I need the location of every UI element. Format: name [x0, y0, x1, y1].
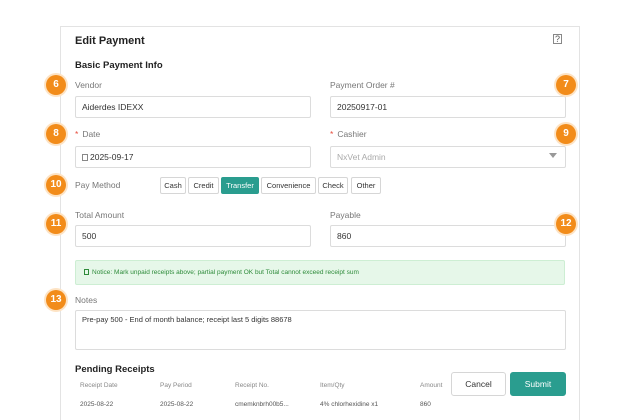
- total-amount-label: Total Amount: [75, 210, 125, 220]
- notice-text: Notice: Mark unpaid receipts above; part…: [92, 269, 359, 276]
- cell-pay-period: 2025-08-22: [160, 401, 194, 408]
- notes-textarea[interactable]: Pre-pay 500 - End of month balance; rece…: [75, 310, 566, 350]
- calendar-icon: [82, 154, 88, 161]
- step-badge-9: 9: [556, 124, 576, 144]
- date-label: Date: [82, 129, 101, 139]
- pay-method-convenience[interactable]: Convenience: [261, 177, 316, 194]
- help-icon[interactable]: ?: [553, 34, 562, 44]
- step-badge-8: 8: [46, 124, 66, 144]
- step-badge-12: 12: [556, 214, 576, 234]
- column-header-receipt-no: Receipt No.: [235, 382, 269, 389]
- vendor-label: Vendor: [75, 80, 102, 90]
- section-title-pending: Pending Receipts: [75, 364, 155, 375]
- pay-method-transfer[interactable]: Transfer: [221, 177, 259, 194]
- step-badge-10: 10: [46, 175, 66, 195]
- notice-banner: Notice: Mark unpaid receipts above; part…: [75, 260, 565, 285]
- cashier-label: Cashier: [337, 129, 367, 139]
- pay-method-credit[interactable]: Credit: [188, 177, 219, 194]
- cancel-button[interactable]: Cancel: [451, 372, 506, 396]
- chevron-down-icon[interactable]: [549, 153, 557, 158]
- payable-field[interactable]: 860: [330, 225, 566, 247]
- pay-method-label: Pay Method: [75, 180, 121, 190]
- pay-method-cash[interactable]: Cash: [160, 177, 186, 194]
- pay-method-check[interactable]: Check: [318, 177, 348, 194]
- step-badge-6: 6: [46, 75, 66, 95]
- cell-receipt-no: cmemknbrh00b5...: [235, 401, 289, 408]
- date-label-wrap: * Date: [75, 129, 100, 139]
- column-header-item-qty: Item/Qty: [320, 382, 345, 389]
- info-icon: [84, 269, 89, 275]
- payable-label: Payable: [330, 210, 361, 220]
- date-field[interactable]: 2025-09-17: [75, 146, 311, 168]
- notes-label: Notes: [75, 295, 98, 305]
- step-badge-7: 7: [556, 75, 576, 95]
- cashier-select[interactable]: NxVet Admin: [330, 146, 566, 168]
- date-value: 2025-09-17: [90, 152, 134, 162]
- required-mark: *: [330, 129, 334, 139]
- section-title-basic: Basic Payment Info: [75, 60, 163, 71]
- step-badge-13: 13: [46, 290, 66, 310]
- cell-amount: 860: [420, 401, 431, 408]
- required-mark: *: [75, 129, 79, 139]
- submit-button[interactable]: Submit: [510, 372, 566, 396]
- cell-item-qty: 4% chlorhexidine x1: [320, 401, 379, 408]
- column-header-receipt-date: Receipt Date: [80, 382, 118, 389]
- edit-payment-panel: [60, 26, 580, 420]
- step-badge-11: 11: [46, 214, 66, 234]
- vendor-field[interactable]: Aiderdes IDEXX: [75, 96, 311, 118]
- cell-receipt-date: 2025-08-22: [80, 401, 114, 408]
- panel-title: Edit Payment: [75, 35, 145, 47]
- pay-method-other[interactable]: Other: [351, 177, 381, 194]
- payment-order-label: Payment Order #: [330, 80, 395, 90]
- column-header-pay-period: Pay Period: [160, 382, 192, 389]
- cashier-label-wrap: * Cashier: [330, 129, 367, 139]
- column-header-amount: Amount: [420, 382, 443, 389]
- payment-order-field[interactable]: 20250917-01: [330, 96, 566, 118]
- total-amount-field[interactable]: 500: [75, 225, 311, 247]
